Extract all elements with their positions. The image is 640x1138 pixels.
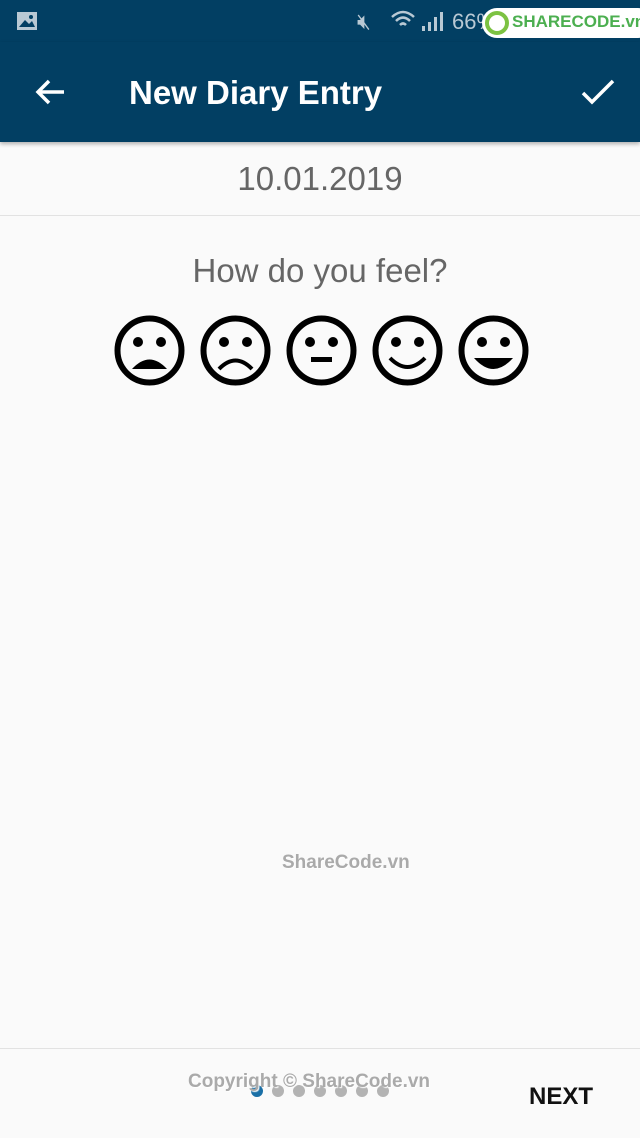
entry-date[interactable]: 10.01.2019 [0, 160, 640, 198]
check-icon[interactable] [580, 78, 616, 108]
page-title: New Diary Entry [129, 74, 383, 111]
app-bar: New Diary Entry [0, 42, 640, 142]
neutral-face-icon[interactable] [285, 314, 358, 387]
very-sad-face-icon[interactable] [113, 314, 186, 387]
divider [0, 215, 640, 216]
next-button[interactable]: NEXT [529, 1083, 593, 1111]
mood-question: How do you feel? [192, 252, 448, 289]
image-icon [17, 12, 37, 30]
happy-face-icon[interactable] [371, 314, 444, 387]
copyright-watermark: Copyright © ShareCode.vn [188, 1071, 431, 1092]
very-happy-face-icon[interactable] [457, 314, 530, 387]
divider [0, 1048, 640, 1049]
mood-selector [113, 314, 530, 387]
status-bar: 🔇︎ 66% SHARECODE.vn [0, 0, 640, 42]
signal-icon [422, 12, 443, 31]
arrow-left-icon[interactable] [34, 78, 66, 106]
sad-face-icon[interactable] [199, 314, 272, 387]
watermark-text: ShareCode.vn [282, 852, 410, 873]
watermark-logo: SHARECODE.vn [482, 8, 640, 38]
mute-icon: 🔇︎ [357, 9, 371, 34]
wifi-icon [391, 10, 415, 26]
